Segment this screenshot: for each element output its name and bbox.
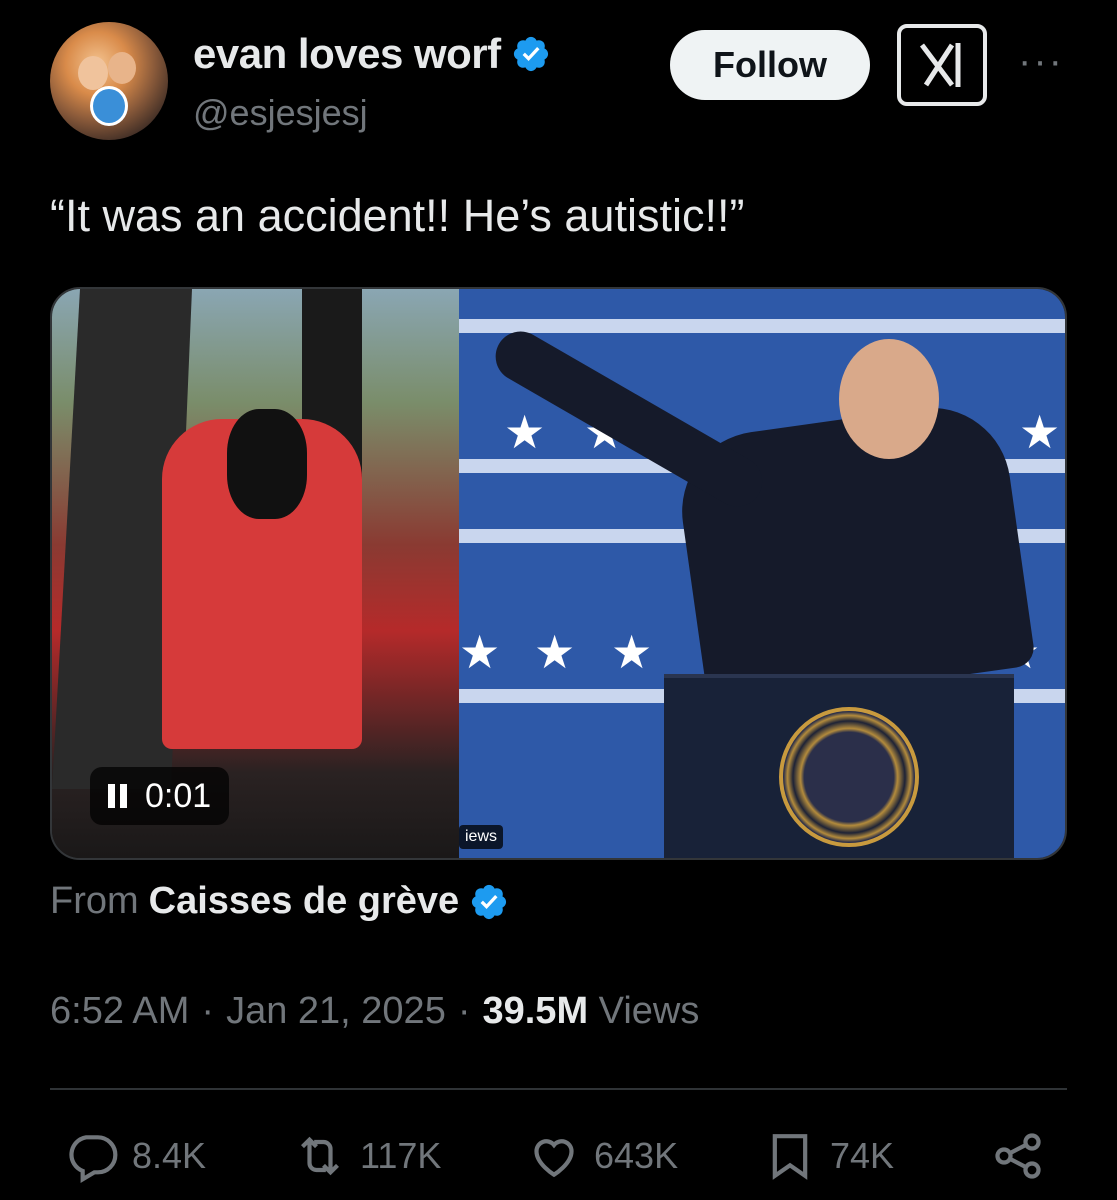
like-count: 643K — [594, 1135, 679, 1176]
avatar[interactable] — [50, 22, 168, 140]
tweet-time[interactable]: 6:52 AM — [50, 990, 189, 1033]
avatar-plush-toy — [90, 86, 128, 126]
star-icon: ★ — [534, 626, 576, 678]
presidential-seal — [779, 707, 919, 847]
repost-icon — [301, 1136, 339, 1176]
source-name[interactable]: Caisses de grève — [149, 880, 460, 923]
star-icon: ★ — [611, 626, 653, 678]
action-bar: 8.4K 117K 643K 74K — [50, 1128, 1067, 1198]
reply-button[interactable]: 8.4K — [64, 1128, 206, 1184]
follow-button[interactable]: Follow — [670, 30, 870, 100]
tweet-date[interactable]: Jan 21, 2025 — [226, 990, 446, 1033]
meta-separator: · — [457, 990, 471, 1032]
bookmark-count: 74K — [830, 1135, 895, 1176]
verified-badge-icon[interactable] — [469, 882, 509, 922]
grok-icon — [920, 43, 961, 87]
video-timer[interactable]: 0:01 — [90, 767, 230, 825]
reply-icon — [69, 1135, 118, 1184]
like-button[interactable]: 643K — [526, 1128, 678, 1184]
views-label: Views — [598, 990, 700, 1032]
like-icon — [534, 1139, 574, 1178]
tweet-video[interactable]: ★ ★ ★ ★ ★ ★ ★ ★ 0:01 iews — [50, 287, 1067, 860]
repost-button[interactable]: 117K — [292, 1128, 441, 1184]
reply-count: 8.4K — [132, 1135, 207, 1176]
bookmark-icon — [772, 1134, 808, 1180]
author-handle[interactable]: @esjesjesj — [193, 92, 368, 134]
star-icon: ★ — [504, 406, 546, 458]
bookmark-button[interactable]: 74K — [762, 1128, 894, 1184]
tweet-text: “It was an accident!! He’s autistic!!” — [50, 190, 745, 241]
meta-separator: · — [201, 990, 215, 1032]
speaker-head — [839, 339, 939, 459]
video-views-chip: iews — [459, 825, 504, 849]
more-icon[interactable]: ··· — [1018, 41, 1064, 81]
stripe — [459, 319, 1065, 333]
avatar-face-left — [78, 56, 108, 90]
repost-count: 117K — [360, 1135, 442, 1176]
share-icon — [995, 1133, 1041, 1179]
share-button[interactable] — [990, 1128, 1046, 1184]
speaker-body — [671, 397, 1037, 711]
star-icon: ★ — [459, 626, 501, 678]
grok-button[interactable] — [897, 24, 987, 106]
tweet-meta: 6:52 AM · Jan 21, 2025 · 39.5M Views — [50, 990, 699, 1033]
verified-badge-icon[interactable] — [511, 34, 551, 74]
video-source: From Caisses de grève — [50, 880, 509, 923]
video-time: 0:01 — [145, 776, 212, 815]
star-icon: ★ — [1019, 406, 1061, 458]
avatar-face-right — [108, 52, 136, 84]
divider — [50, 1088, 1067, 1090]
masked-head — [227, 409, 307, 519]
pause-icon[interactable] — [108, 784, 127, 808]
views-count: 39.5M — [482, 990, 589, 1032]
author-name-row: evan loves worf — [193, 30, 551, 78]
source-prefix: From — [50, 880, 139, 922]
author-display-name[interactable]: evan loves worf — [193, 30, 501, 78]
video-right-panel: ★ ★ ★ ★ ★ ★ ★ ★ — [459, 289, 1065, 858]
